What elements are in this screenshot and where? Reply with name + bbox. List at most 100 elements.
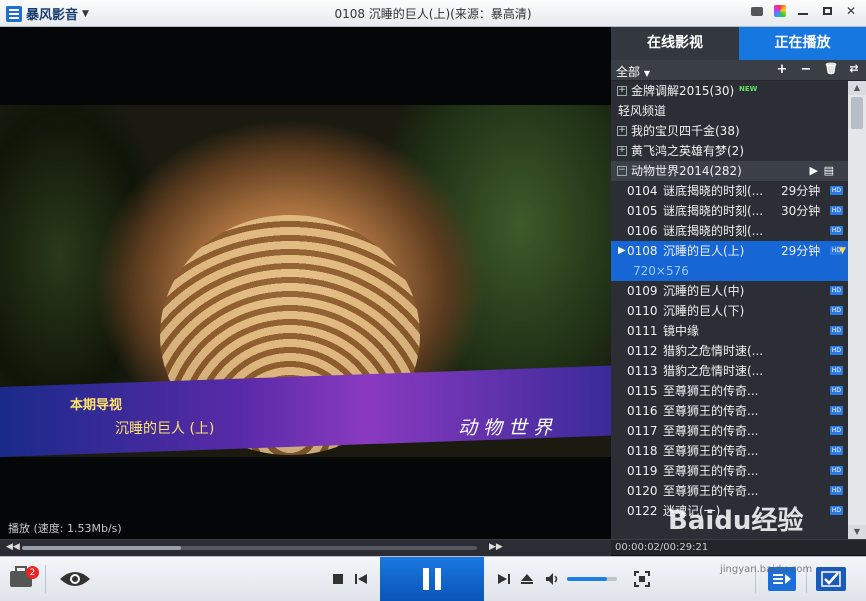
play-icon[interactable]: ▶ [810, 161, 818, 181]
playlist-toolbar: 全部 ▼ + − 🗑 ⇄ [611, 60, 866, 81]
hd-icon: HD [830, 466, 843, 475]
time-display: 00:00:02/00:29:21 [611, 539, 866, 555]
playback-status: 播放 (速度: 1.53Mb/s) [8, 522, 122, 535]
fast-forward-icon[interactable]: ▶▶ [489, 542, 503, 552]
resolution-label: 720×576 [633, 264, 689, 278]
table-row[interactable]: 0109 沉睡的巨人(中) HD [611, 281, 848, 301]
eye-icon[interactable] [58, 569, 92, 589]
document-icon[interactable]: ▤ [824, 161, 834, 181]
seek-track[interactable] [22, 546, 477, 550]
caption-title: 沉睡的巨人 (上) [115, 421, 215, 437]
divider [45, 565, 46, 593]
video-canvas[interactable]: 本期导视 沉睡的巨人 (上) 动物世界 播放 (速度: 1.53Mb/s) [0, 27, 611, 539]
table-row[interactable]: 0120 至尊狮王的传奇... HD [611, 481, 848, 501]
table-row[interactable]: 0112 猎豹之危情时速(... HD [611, 341, 848, 361]
app-logo-icon [6, 5, 22, 22]
message-icon[interactable] [750, 4, 764, 18]
maximize-button[interactable] [820, 4, 834, 18]
volume-slider[interactable] [567, 577, 617, 581]
table-row[interactable]: 0119 至尊狮王的传奇... HD [611, 461, 848, 481]
seek-bar: ◀◀ ▶▶ [0, 539, 611, 556]
stop-button[interactable] [333, 574, 343, 584]
table-row[interactable]: 0118 至尊狮王的传奇... HD [611, 441, 848, 461]
expand-icon[interactable]: + [617, 86, 627, 96]
table-row[interactable]: 0105 谜底揭晓的时刻(... 30分钟 HD [611, 201, 848, 221]
caption-header: 本期导视 [70, 398, 123, 413]
hd-icon: HD [830, 286, 843, 295]
scroll-thumb[interactable] [851, 97, 863, 129]
hd-icon: HD [830, 406, 843, 415]
checklist-button[interactable] [816, 567, 846, 591]
pause-button[interactable] [380, 557, 484, 601]
collapse-icon[interactable]: − [617, 166, 627, 176]
hd-icon: HD [830, 386, 843, 395]
title-bar: 暴风影音 ▼ 0108 沉睡的巨人(上)(来源：暴高清) ✕ [0, 0, 866, 27]
list-item[interactable]: + 黄飞鸿之英雄有梦(2) [611, 141, 848, 161]
expand-icon[interactable]: + [617, 146, 627, 156]
playlist-scrollbar[interactable]: ▲ ▼ [848, 81, 866, 539]
chevron-down-icon: ▼ [82, 8, 89, 19]
watermark: Baidu经验 [668, 506, 804, 536]
table-row[interactable]: 0111 镜中缘 HD [611, 321, 848, 341]
new-badge: NEW [739, 85, 758, 93]
expand-icon[interactable]: + [617, 126, 627, 136]
hd-icon: HD [830, 326, 843, 335]
hd-icon: HD [830, 506, 843, 515]
app-menu-button[interactable]: 暴风影音 ▼ [6, 4, 89, 23]
hd-icon: HD [830, 306, 843, 315]
hd-icon: HD [830, 366, 843, 375]
playlist: + 金牌调解2015(30) NEW 轻风频道 + 我的宝贝四千金(38) + … [611, 81, 848, 539]
filter-dropdown[interactable]: 全部 ▼ [616, 63, 650, 80]
minimize-button[interactable] [796, 4, 810, 18]
hd-icon: HD [830, 346, 843, 355]
next-button[interactable] [497, 571, 511, 587]
notification-badge: 2 [26, 566, 39, 579]
app-name: 暴风影音 [26, 8, 79, 23]
window-title: 0108 沉睡的巨人(上)(来源：暴高清) [334, 7, 532, 21]
seek-progress [22, 546, 182, 550]
pause-icon [423, 568, 429, 590]
table-row-selected[interactable]: ▶ 0108 沉睡的巨人(上) 29分钟 HD ▼ 720×576 [611, 241, 848, 281]
hd-icon: HD [830, 226, 843, 235]
hd-icon: HD [830, 446, 843, 455]
eject-button[interactable] [520, 571, 534, 587]
playlist-panel: 在线影视 正在播放 全部 ▼ + − 🗑 ⇄ + 金牌调解2015(30) NE… [611, 27, 866, 539]
skin-icon[interactable] [774, 5, 786, 17]
hd-icon: HD [830, 486, 843, 495]
loop-icon[interactable]: ⇄ [848, 62, 860, 77]
volume-icon[interactable] [545, 571, 561, 587]
trash-icon[interactable]: 🗑 [824, 62, 838, 77]
table-row[interactable]: 0115 至尊狮王的传奇... HD [611, 381, 848, 401]
hd-icon: HD [830, 426, 843, 435]
hd-icon: HD [830, 186, 843, 195]
list-item[interactable]: 轻风频道 [611, 101, 848, 121]
previous-button[interactable] [354, 571, 368, 587]
hd-icon: HD [830, 206, 843, 215]
add-icon[interactable]: + [776, 62, 788, 77]
playing-icon: ▶ [618, 245, 626, 256]
channel-logo: 动物世界 [458, 417, 559, 439]
scroll-down-icon[interactable]: ▼ [848, 525, 866, 539]
tab-now-playing[interactable]: 正在播放 [739, 27, 866, 60]
scroll-up-icon[interactable]: ▲ [848, 81, 866, 95]
close-button[interactable]: ✕ [844, 4, 858, 18]
list-item[interactable]: − 动物世界2014(282) ▶ ▤ [611, 161, 848, 181]
table-row[interactable]: 0104 谜底揭晓的时刻(... 29分钟 HD [611, 181, 848, 201]
remove-icon[interactable]: − [800, 62, 812, 77]
watermark-url: jingyan.baidu.com [720, 564, 813, 575]
list-item[interactable]: + 金牌调解2015(30) NEW [611, 81, 848, 101]
list-item[interactable]: + 我的宝贝四千金(38) [611, 121, 848, 141]
table-row[interactable]: 0116 至尊狮王的传奇... HD [611, 401, 848, 421]
chevron-down-icon: ▼ [643, 69, 650, 78]
table-row[interactable]: 0117 至尊狮王的传奇... HD [611, 421, 848, 441]
chevron-down-icon[interactable]: ▼ [839, 241, 846, 261]
volume-level [567, 577, 607, 581]
tab-online-video[interactable]: 在线影视 [611, 27, 739, 60]
table-row[interactable]: 0113 猎豹之危情时速(... HD [611, 361, 848, 381]
control-bar: 2 [0, 556, 866, 601]
fullscreen-button[interactable] [634, 571, 650, 587]
table-row[interactable]: 0110 沉睡的巨人(下) HD [611, 301, 848, 321]
rewind-icon[interactable]: ◀◀ [6, 542, 20, 552]
table-row[interactable]: 0106 谜底揭晓的时刻(... HD [611, 221, 848, 241]
filter-label: 全部 [616, 65, 641, 79]
